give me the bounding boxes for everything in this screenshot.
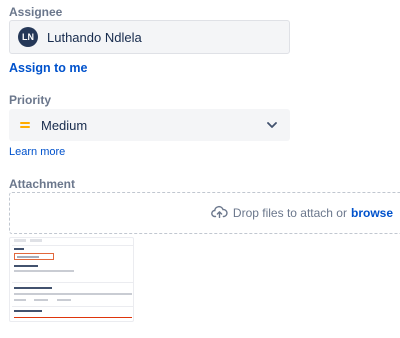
issue-fields-panel: Assignee LN Luthando Ndlela Assign to me… <box>0 0 400 338</box>
priority-value: Medium <box>41 117 88 133</box>
attachment-dropzone[interactable]: Drop files to attach or browse <box>9 192 400 234</box>
assignee-name: Luthando Ndlela <box>47 29 142 45</box>
priority-label: Priority <box>9 93 52 107</box>
assignee-field[interactable]: LN Luthando Ndlela <box>9 20 290 54</box>
assignee-label: Assignee <box>9 5 63 19</box>
learn-more-link[interactable]: Learn more <box>9 146 65 158</box>
medium-priority-icon <box>20 121 30 129</box>
assign-to-me-link[interactable]: Assign to me <box>9 61 88 75</box>
browse-link[interactable]: browse <box>351 206 393 220</box>
drop-files-text: Drop files to attach or <box>232 206 347 220</box>
attachment-label: Attachment <box>9 177 76 191</box>
cloud-upload-icon <box>211 205 228 221</box>
avatar: LN <box>18 27 38 47</box>
attachment-thumbnail[interactable] <box>9 237 134 322</box>
priority-select[interactable]: Medium <box>9 109 290 141</box>
dropzone-message: Drop files to attach or browse <box>211 205 393 221</box>
chevron-down-icon[interactable] <box>260 113 284 137</box>
